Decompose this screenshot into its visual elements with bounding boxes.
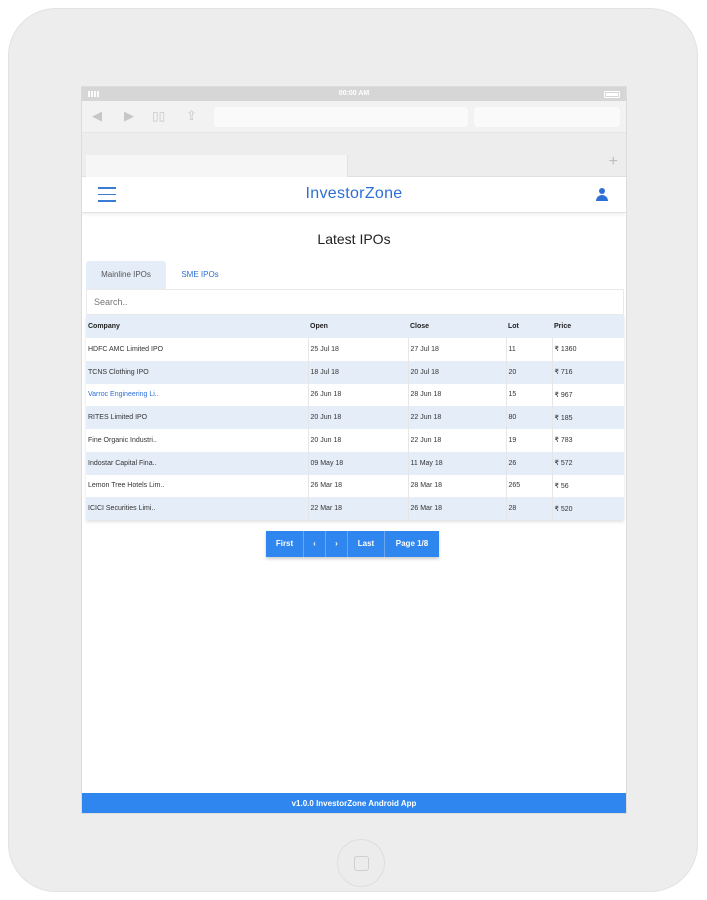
cell-open: 26 Mar 18 bbox=[308, 474, 409, 498]
column-header-lot[interactable]: Lot bbox=[506, 315, 552, 338]
battery-icon bbox=[604, 91, 620, 98]
table-header-row: Company Open Close Lot Price bbox=[86, 315, 624, 338]
search-input[interactable] bbox=[86, 289, 624, 315]
ipo-tabs: Mainline IPOs SME IPOs bbox=[82, 261, 626, 289]
cell-price: ₹ 185 bbox=[552, 406, 624, 429]
home-square-icon bbox=[354, 856, 369, 871]
first-page-button[interactable]: First bbox=[266, 531, 304, 557]
cell-lot: 11 bbox=[506, 338, 553, 361]
cell-company[interactable]: RITES Limited IPO bbox=[86, 406, 309, 429]
cell-lot: 26 bbox=[506, 451, 553, 475]
page-title: Latest IPOs bbox=[317, 231, 391, 247]
table-row[interactable]: ICICI Securities Limi.. 22 Mar 18 26 Mar… bbox=[86, 497, 624, 520]
cell-company[interactable]: Varroc Engineering Li.. bbox=[86, 383, 309, 407]
column-header-close[interactable]: Close bbox=[408, 315, 506, 338]
cell-lot: 20 bbox=[506, 360, 553, 384]
browser-search-bar[interactable] bbox=[474, 107, 620, 127]
new-tab-icon[interactable]: + bbox=[609, 153, 618, 171]
table-row[interactable]: Lemon Tree Hotels Lim.. 26 Mar 18 28 Mar… bbox=[86, 474, 624, 498]
cell-price: ₹ 967 bbox=[554, 391, 573, 399]
signal-icon bbox=[88, 91, 100, 97]
page-indicator: Page 1/8 bbox=[385, 531, 439, 557]
share-icon[interactable]: ⇪ bbox=[186, 109, 197, 123]
browser-tab-strip: + bbox=[82, 133, 626, 177]
cell-price: ₹ 572 bbox=[552, 451, 624, 475]
next-page-button[interactable]: › bbox=[326, 531, 348, 557]
cell-close: 27 Jul 18 bbox=[408, 338, 507, 361]
forward-icon[interactable]: ▶ bbox=[124, 109, 134, 123]
column-header-company[interactable]: Company bbox=[86, 315, 308, 338]
cell-lot: 19 bbox=[506, 429, 553, 452]
cell-company[interactable]: Fine Organic Industri.. bbox=[86, 429, 309, 452]
home-button[interactable] bbox=[337, 839, 385, 887]
status-time: 00:00 AM bbox=[338, 90, 370, 97]
cell-open: 20 Jun 18 bbox=[308, 406, 409, 429]
cell-open: 22 Mar 18 bbox=[308, 497, 409, 520]
cell-close: 20 Jul 18 bbox=[408, 360, 507, 384]
cell-price: ₹ 783 bbox=[554, 437, 573, 445]
cell-open: 26 Jun 18 bbox=[308, 383, 409, 407]
app-footer: v1.0.0 InvestorZone Android App bbox=[82, 793, 626, 813]
cell-price: ₹ 716 bbox=[552, 360, 624, 384]
cell-lot: 80 bbox=[506, 406, 553, 429]
cell-company[interactable]: ICICI Securities Limi.. bbox=[86, 497, 309, 520]
cell-open: 18 Jul 18 bbox=[308, 360, 409, 384]
cell-open: 25 Jul 18 bbox=[308, 338, 409, 361]
pagination: First ‹ › Last Page 1/8 bbox=[266, 531, 439, 557]
cell-close: 26 Mar 18 bbox=[408, 497, 507, 520]
cell-lot: 15 bbox=[506, 383, 553, 407]
table-row[interactable]: Varroc Engineering Li.. 26 Jun 18 28 Jun… bbox=[86, 383, 624, 407]
table-row[interactable]: HDFC AMC Limited IPO 25 Jul 18 27 Jul 18… bbox=[86, 338, 624, 361]
table-row[interactable]: TCNS Clothing IPO 18 Jul 18 20 Jul 18 20… bbox=[86, 360, 624, 384]
cell-price: ₹ 520 bbox=[552, 497, 624, 520]
ipo-table: Company Open Close Lot Price HDFC AMC Li… bbox=[86, 315, 624, 520]
device-screen: 00:00 AM ◀ ▶ ▯▯ ⇪ + InvestorZone Latest … bbox=[81, 86, 627, 814]
bookmarks-icon[interactable]: ▯▯ bbox=[152, 109, 165, 123]
cell-company[interactable]: Lemon Tree Hotels Lim.. bbox=[86, 474, 309, 498]
table-row[interactable]: RITES Limited IPO 20 Jun 18 22 Jun 18 80… bbox=[86, 406, 624, 429]
prev-page-button[interactable]: ‹ bbox=[304, 531, 326, 557]
cell-close: 22 Jun 18 bbox=[408, 429, 507, 452]
browser-toolbar: ◀ ▶ ▯▯ ⇪ bbox=[82, 101, 626, 133]
cell-company[interactable]: HDFC AMC Limited IPO bbox=[86, 338, 309, 361]
status-bar: 00:00 AM bbox=[82, 87, 626, 101]
user-icon[interactable] bbox=[596, 188, 608, 201]
cell-lot: 28 bbox=[506, 497, 553, 520]
table-row[interactable]: Indostar Capital Fina.. 09 May 18 11 May… bbox=[86, 451, 624, 475]
browser-tab[interactable] bbox=[86, 155, 348, 177]
tab-sme-ipos[interactable]: SME IPOs bbox=[170, 261, 230, 289]
cell-price: ₹ 1360 bbox=[554, 346, 577, 354]
cell-close: 28 Mar 18 bbox=[408, 474, 507, 498]
cell-open: 20 Jun 18 bbox=[308, 429, 409, 452]
cell-close: 22 Jun 18 bbox=[408, 406, 507, 429]
tab-mainline-ipos[interactable]: Mainline IPOs bbox=[86, 261, 166, 289]
url-bar[interactable] bbox=[214, 107, 468, 127]
column-header-price[interactable]: Price bbox=[552, 315, 624, 338]
cell-close: 28 Jun 18 bbox=[408, 383, 507, 407]
app-title: InvestorZone bbox=[305, 185, 403, 202]
last-page-button[interactable]: Last bbox=[348, 531, 385, 557]
back-icon[interactable]: ◀ bbox=[92, 109, 102, 123]
cell-company[interactable]: TCNS Clothing IPO bbox=[86, 360, 309, 384]
cell-open: 09 May 18 bbox=[308, 451, 409, 475]
app-header: InvestorZone bbox=[82, 177, 626, 213]
cell-lot: 265 bbox=[506, 474, 553, 498]
cell-company[interactable]: Indostar Capital Fina.. bbox=[86, 451, 309, 475]
cell-price: ₹ 56 bbox=[554, 482, 569, 490]
table-row[interactable]: Fine Organic Industri.. 20 Jun 18 22 Jun… bbox=[86, 429, 624, 452]
cell-close: 11 May 18 bbox=[408, 451, 507, 475]
column-header-open[interactable]: Open bbox=[308, 315, 408, 338]
